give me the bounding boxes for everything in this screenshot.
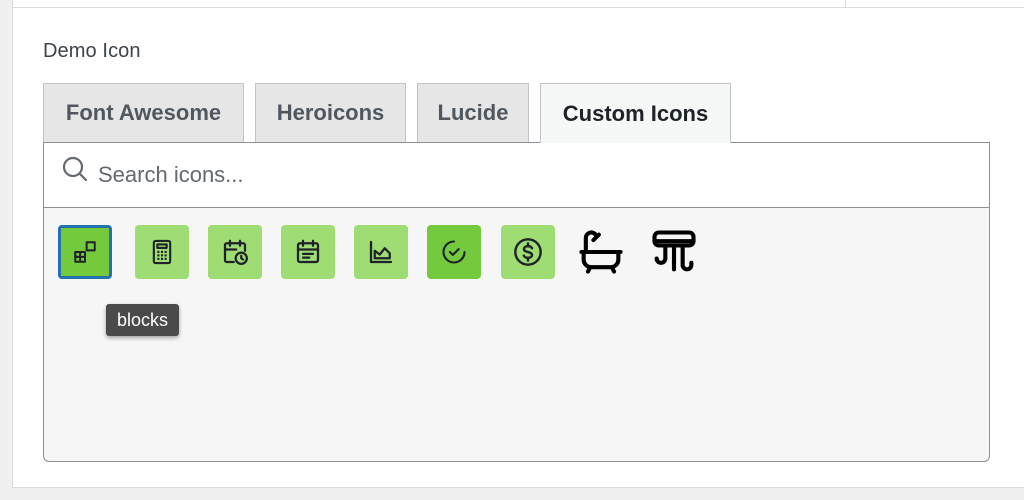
icon-option-chart-area[interactable] (354, 225, 408, 279)
search-icon (61, 155, 89, 183)
chart-area-icon (369, 240, 393, 264)
icon-option-calendar-lines[interactable] (281, 225, 335, 279)
tab-lucide[interactable]: Lucide (417, 83, 529, 142)
tab-heroicons[interactable]: Heroicons (255, 83, 406, 142)
icon-option-circle-dollar[interactable] (501, 225, 555, 279)
search-input[interactable] (98, 153, 968, 197)
calculator-icon (152, 239, 172, 265)
settings-panel: Demo Icon Font Awesome Heroicons Lucide … (12, 0, 1024, 488)
icon-option-circle-check[interactable] (427, 225, 481, 279)
tab-custom-icons[interactable]: Custom Icons (540, 83, 731, 143)
tab-font-awesome[interactable]: Font Awesome (43, 83, 244, 142)
blocks-icon (74, 241, 96, 263)
column-divider (845, 0, 846, 8)
shower-drain-icon (652, 230, 696, 272)
bathtub-icon (579, 230, 623, 274)
icon-option-calculator[interactable] (135, 225, 189, 279)
icon-option-bathtub[interactable] (574, 225, 628, 279)
icon-option-calendar-clock[interactable] (208, 225, 262, 279)
icon-option-shower-drain[interactable] (647, 225, 701, 279)
circle-dollar-icon (514, 238, 542, 266)
icon-option-blocks[interactable] (58, 225, 112, 279)
previous-field-row (13, 0, 1024, 8)
icon-tooltip: blocks (106, 304, 180, 336)
field-label: Demo Icon (43, 40, 141, 62)
circle-check-icon (442, 240, 466, 264)
calendar-clock-icon (223, 239, 248, 265)
search-bar (44, 143, 989, 208)
calendar-lines-icon (296, 239, 320, 264)
icon-picker: blocks (43, 142, 990, 462)
